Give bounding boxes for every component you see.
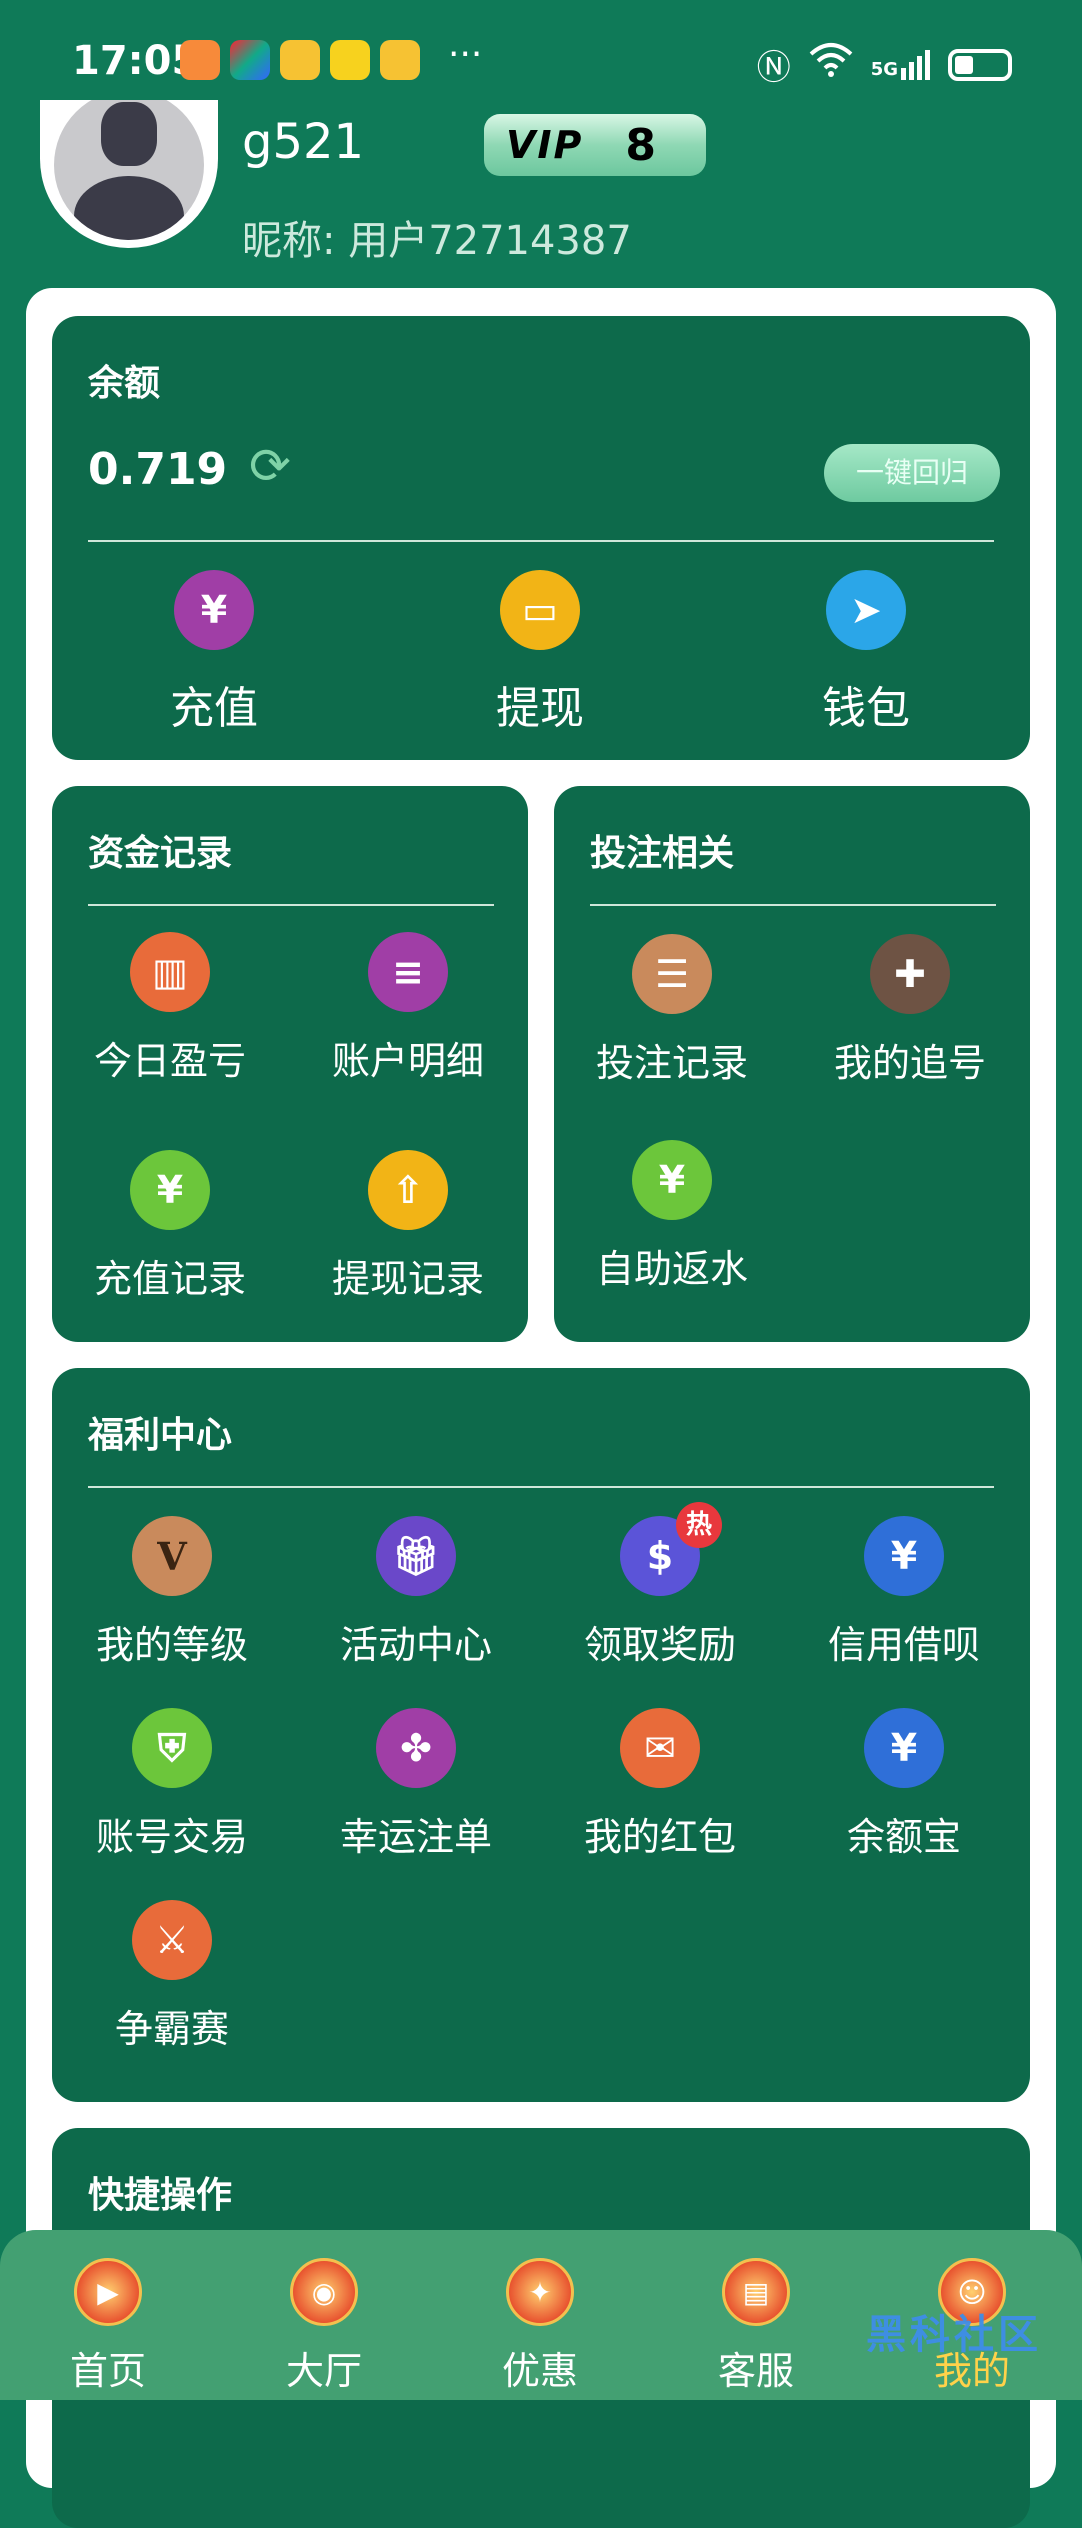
balance-card: 余额 0.719 ⟳ 一键回归 ¥ 充值 ▭ 提现 ➤ 钱包: [52, 316, 1030, 760]
home-icon: ▶: [74, 2258, 142, 2326]
nav-home[interactable]: ▶ 首页: [38, 2258, 178, 2395]
account-detail-button[interactable]: ≡ 账户明细: [308, 932, 508, 1085]
funds-record-card: 资金记录 ▥ 今日盈亏 ≡ 账户明细 ¥ 充值记录 ⇧ 提现记录: [52, 786, 528, 1342]
nfc-icon: Ⓝ: [756, 48, 791, 88]
vip-label: VIP: [506, 123, 584, 167]
yuan-note-icon: ¥: [130, 1150, 210, 1230]
wallet-icon: ▭: [500, 570, 580, 650]
nav-lobby[interactable]: ◉ 大厅: [254, 2258, 394, 2395]
claim-reward-button[interactable]: $ 热 领取奖励: [560, 1502, 760, 1669]
bottom-nav: ▶ 首页 ◉ 大厅 ✦ 优惠 ▤ 客服 ☺ 我的 黑科社区: [0, 2230, 1082, 2400]
withdraw-record-button[interactable]: ⇧ 提现记录: [308, 1150, 508, 1303]
balance-treasure-button[interactable]: ¥ 余额宝: [804, 1708, 1004, 1861]
divider: [88, 540, 994, 542]
weibo-icon: [280, 40, 320, 80]
welfare-center-card: 福利中心 V 我的等级 🎁︎ 活动中心 $ 热 领取奖励 ¥ 信用借呗 ⛨ 账号…: [52, 1368, 1030, 2102]
username: g521: [242, 114, 365, 170]
bet-record-button[interactable]: ☰ 投注记录: [572, 934, 772, 1087]
refresh-icon[interactable]: ⟳: [242, 438, 298, 494]
activity-center-button[interactable]: 🎁︎ 活动中心: [316, 1516, 516, 1669]
piggy-bank-icon: ¥: [174, 570, 254, 650]
shield-icon: ⛨: [132, 1708, 212, 1788]
service-icon: ▤: [722, 2258, 790, 2326]
bet-title: 投注相关: [590, 833, 735, 874]
notification-icons: [180, 40, 420, 80]
paper-plane-icon: ➤: [826, 570, 906, 650]
chart-icon: ▥: [130, 932, 210, 1012]
ledger-icon: ≡: [368, 932, 448, 1012]
level-v-icon: V: [132, 1516, 212, 1596]
profile-header: g521 VIP 8 昵称: 用户72714387: [0, 100, 1082, 280]
app-notification-icon: [330, 40, 370, 80]
doc-plus-icon: ✚: [870, 934, 950, 1014]
today-profit-button[interactable]: ▥ 今日盈亏: [70, 932, 270, 1085]
yuan-bag-icon: ¥: [864, 1708, 944, 1788]
lucky-bet-button[interactable]: ✤ 幸运注单: [316, 1708, 516, 1861]
gift-bag-icon: ✦: [506, 2258, 574, 2326]
content-sheet: 余额 0.719 ⟳ 一键回归 ¥ 充值 ▭ 提现 ➤ 钱包 资金记录 ▥ 今日…: [26, 288, 1056, 2528]
recharge-record-button[interactable]: ¥ 充值记录: [70, 1150, 270, 1303]
more-notifications-icon: ···: [448, 34, 483, 75]
quick-title: 快捷操作: [88, 2175, 233, 2216]
wifi-icon: [809, 42, 853, 87]
crossed-swords-icon: ⚔: [132, 1900, 212, 1980]
battery-icon: [948, 48, 1012, 81]
vip-badge[interactable]: VIP 8: [484, 114, 706, 176]
gift-icon: 🎁︎: [376, 1516, 456, 1596]
nav-promotions[interactable]: ✦ 优惠: [470, 2258, 610, 2395]
red-envelope-icon: ✉: [620, 1708, 700, 1788]
yuan-hand-icon: ¥: [864, 1516, 944, 1596]
balance-title: 余额: [88, 363, 161, 404]
funds-title: 资金记录: [88, 833, 233, 874]
hot-badge: 热: [676, 1502, 722, 1548]
withdraw-button[interactable]: ▭ 提现: [470, 570, 610, 736]
divider: [88, 904, 494, 906]
clover-icon: ✤: [376, 1708, 456, 1788]
recharge-button[interactable]: ¥ 充值: [144, 570, 284, 736]
my-level-button[interactable]: V 我的等级: [72, 1516, 272, 1669]
credit-loan-button[interactable]: ¥ 信用借呗: [804, 1516, 1004, 1669]
weibo-icon: [380, 40, 420, 80]
dollar-hand-icon: $ 热: [620, 1502, 722, 1596]
avatar[interactable]: [40, 100, 218, 248]
my-red-envelope-button[interactable]: ✉ 我的红包: [560, 1708, 760, 1861]
withdraw-box-icon: ⇧: [368, 1150, 448, 1230]
app-notification-icon: [180, 40, 220, 80]
divider: [88, 1486, 994, 1488]
my-chase-button[interactable]: ✚ 我的追号: [810, 934, 1010, 1087]
balance-value: 0.719: [88, 444, 228, 495]
tournament-button[interactable]: ⚔ 争霸赛: [72, 1900, 272, 2053]
app-notification-icon: [230, 40, 270, 80]
welfare-title: 福利中心: [88, 1415, 233, 1456]
wallet-button[interactable]: ➤ 钱包: [796, 570, 936, 736]
divider: [590, 904, 996, 906]
signal-icon: 5G: [871, 49, 930, 80]
account-trade-button[interactable]: ⛨ 账号交易: [72, 1708, 272, 1861]
nav-service[interactable]: ▤ 客服: [686, 2258, 826, 2395]
vip-level: 8: [625, 119, 657, 171]
recall-button[interactable]: 一键回归: [824, 444, 1000, 502]
bet-related-card: 投注相关 ☰ 投注记录 ✚ 我的追号 ¥ 自助返水: [554, 786, 1030, 1342]
nickname: 昵称: 用户72714387: [242, 218, 632, 264]
self-rebate-button[interactable]: ¥ 自助返水: [572, 1140, 772, 1293]
list-icon: ☰: [632, 934, 712, 1014]
drum-icon: ◉: [290, 2258, 358, 2326]
watermark: 黑科社区: [866, 2312, 1042, 2358]
money-bag-icon: ¥: [632, 1140, 712, 1220]
